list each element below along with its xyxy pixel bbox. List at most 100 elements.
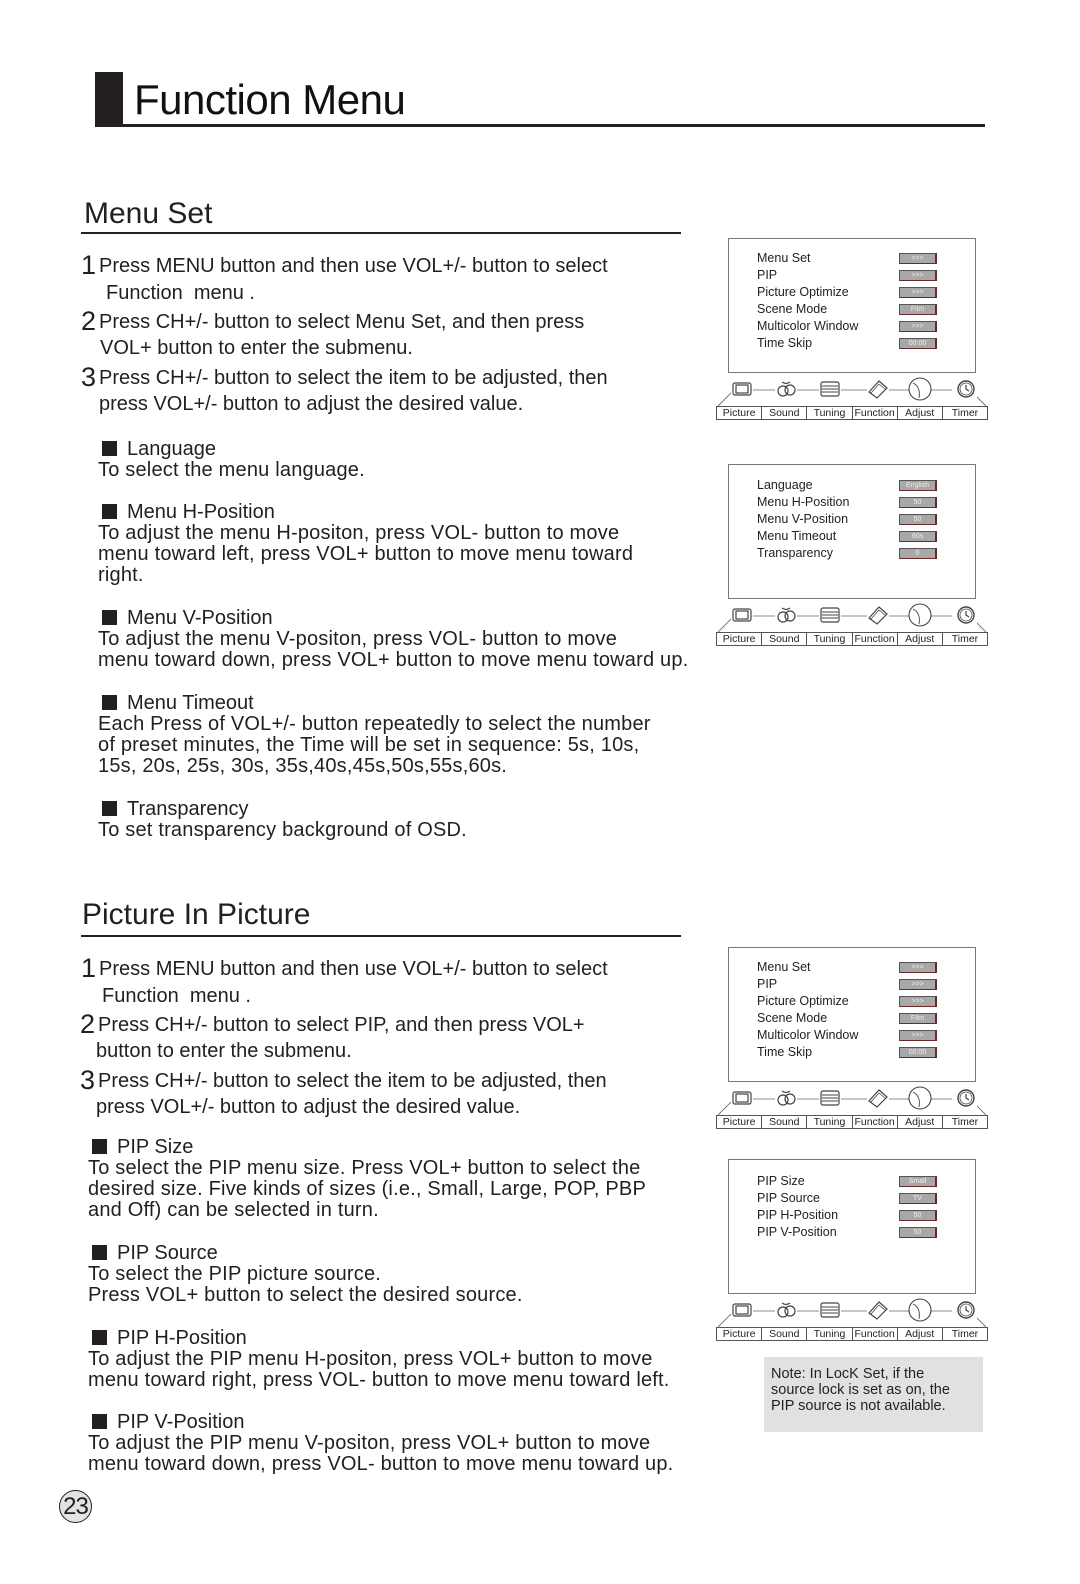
osd-menu-value: >>> xyxy=(899,321,937,332)
step-1: 1 Press MENU button and then use VOL+/- b… xyxy=(81,953,608,983)
adjust-icon[interactable] xyxy=(908,377,932,401)
tuning-icon[interactable] xyxy=(819,604,841,626)
osd-screen: Menu Set >>> PIP >>> Picture Optimize >>> Scen… xyxy=(728,238,976,373)
osd-menu-item[interactable]: Time Skip xyxy=(757,1045,812,1059)
osd-tab-bar: Picture Sound Tuning Function Adjust Timer xyxy=(716,1327,988,1341)
osd-tab-timer[interactable]: Timer xyxy=(943,1116,987,1128)
sound-icon[interactable] xyxy=(775,604,797,626)
tuning-icon[interactable] xyxy=(819,378,841,400)
picture-icon[interactable] xyxy=(731,1087,753,1109)
osd-tab-picture[interactable]: Picture xyxy=(717,1116,763,1128)
osd-tab-tuning[interactable]: Tuning xyxy=(807,633,853,645)
step-3-cont: press VOL+/- button to adjust the desire… xyxy=(96,1096,521,1118)
osd-menu-item[interactable]: Picture Optimize xyxy=(757,285,849,299)
sound-icon[interactable] xyxy=(775,378,797,400)
osd-icon-strip xyxy=(717,603,987,633)
timer-icon[interactable] xyxy=(955,604,977,626)
feature-desc-menu-timeout: Each Press of VOL+/- button repeatedly t… xyxy=(98,713,651,777)
bullet-square-icon xyxy=(102,441,117,456)
function-icon[interactable] xyxy=(867,378,889,400)
osd-menu-value: English xyxy=(899,480,937,491)
osd-menu-set-submenu: Language English Menu H-Position 50 Menu V-P… xyxy=(716,464,988,646)
sound-icon[interactable] xyxy=(775,1087,797,1109)
feature-desc-transparency: To set transparency background of OSD. xyxy=(98,819,467,841)
osd-menu-item[interactable]: PIP H-Position xyxy=(757,1208,838,1222)
tuning-icon[interactable] xyxy=(819,1299,841,1321)
osd-menu-item[interactable]: Language xyxy=(757,478,813,492)
osd-tab-bar: Picture Sound Tuning Function Adjust Timer xyxy=(716,1115,988,1129)
osd-menu-item[interactable]: Menu Timeout xyxy=(757,529,836,543)
page-number: 23 xyxy=(59,1490,92,1523)
osd-menu-item[interactable]: Menu V-Position xyxy=(757,512,848,526)
osd-menu-item[interactable]: Time Skip xyxy=(757,336,812,350)
osd-menu-item[interactable]: Scene Mode xyxy=(757,302,827,316)
osd-menu-item[interactable]: Menu H-Position xyxy=(757,495,849,509)
osd-tab-timer[interactable]: Timer xyxy=(943,633,987,645)
osd-menu-value: 0 xyxy=(899,548,937,559)
timer-icon[interactable] xyxy=(955,1087,977,1109)
osd-menu-item[interactable]: Scene Mode xyxy=(757,1011,827,1025)
tuning-icon[interactable] xyxy=(819,1087,841,1109)
step-1-cont: Function menu . xyxy=(106,282,255,304)
osd-menu-item[interactable]: PIP xyxy=(757,977,777,991)
section-title-menu-set: Menu Set xyxy=(84,197,213,230)
osd-tab-tuning[interactable]: Tuning xyxy=(807,407,853,419)
osd-tab-adjust[interactable]: Adjust xyxy=(898,407,943,419)
page-title: Function Menu xyxy=(134,76,406,123)
osd-icon-strip xyxy=(717,1086,987,1116)
function-icon[interactable] xyxy=(867,604,889,626)
function-icon[interactable] xyxy=(867,1087,889,1109)
adjust-icon[interactable] xyxy=(908,603,932,627)
osd-menu-item[interactable]: PIP Size xyxy=(757,1174,805,1188)
header-accent-bar xyxy=(95,72,123,126)
osd-tab-picture[interactable]: Picture xyxy=(717,1328,763,1340)
function-icon[interactable] xyxy=(867,1299,889,1321)
feature-title-menu-v-position: Menu V-Position xyxy=(102,607,273,629)
step-2-cont: button to enter the submenu. xyxy=(96,1040,352,1062)
osd-menu-item[interactable]: PIP xyxy=(757,268,777,282)
osd-menu-value: 50 xyxy=(899,1210,937,1221)
osd-menu-item[interactable]: Picture Optimize xyxy=(757,994,849,1008)
section-rule xyxy=(81,232,681,234)
timer-icon[interactable] xyxy=(955,378,977,400)
osd-tab-picture[interactable]: Picture xyxy=(717,407,763,419)
osd-menu-value: >>> xyxy=(899,962,937,973)
osd-menu-item[interactable]: PIP Source xyxy=(757,1191,820,1205)
osd-menu-value: >>> xyxy=(899,253,937,264)
osd-tab-sound[interactable]: Sound xyxy=(762,1328,808,1340)
sound-icon[interactable] xyxy=(775,1299,797,1321)
osd-tab-adjust[interactable]: Adjust xyxy=(898,1328,943,1340)
osd-menu-value: Film xyxy=(899,1013,937,1024)
osd-tab-timer[interactable]: Timer xyxy=(943,407,987,419)
adjust-icon[interactable] xyxy=(908,1298,932,1322)
osd-tab-timer[interactable]: Timer xyxy=(943,1328,987,1340)
osd-tab-adjust[interactable]: Adjust xyxy=(898,633,943,645)
feature-desc-pip-h-position: To adjust the PIP menu H-positon, press … xyxy=(88,1348,670,1391)
osd-tab-function[interactable]: Function xyxy=(853,1116,898,1128)
osd-menu-item[interactable]: PIP V-Position xyxy=(757,1225,837,1239)
osd-tab-picture[interactable]: Picture xyxy=(717,633,763,645)
osd-tab-sound[interactable]: Sound xyxy=(762,1116,808,1128)
timer-icon[interactable] xyxy=(955,1299,977,1321)
osd-tab-sound[interactable]: Sound xyxy=(762,633,808,645)
picture-icon[interactable] xyxy=(731,604,753,626)
osd-menu-item[interactable]: Multicolor Window xyxy=(757,1028,858,1042)
bullet-square-icon xyxy=(92,1330,107,1345)
osd-tab-sound[interactable]: Sound xyxy=(762,407,808,419)
picture-icon[interactable] xyxy=(731,1299,753,1321)
osd-tab-function[interactable]: Function xyxy=(853,407,898,419)
adjust-icon[interactable] xyxy=(908,1086,932,1110)
picture-icon[interactable] xyxy=(731,378,753,400)
feature-title-language: Language xyxy=(102,438,216,460)
osd-tab-tuning[interactable]: Tuning xyxy=(807,1116,853,1128)
osd-menu-value: >>> xyxy=(899,979,937,990)
osd-tab-function[interactable]: Function xyxy=(853,1328,898,1340)
osd-menu-value: 60s xyxy=(899,531,937,542)
osd-tab-tuning[interactable]: Tuning xyxy=(807,1328,853,1340)
osd-tab-function[interactable]: Function xyxy=(853,633,898,645)
osd-menu-item[interactable]: Multicolor Window xyxy=(757,319,858,333)
osd-tab-adjust[interactable]: Adjust xyxy=(898,1116,943,1128)
osd-menu-item[interactable]: Transparency xyxy=(757,546,833,560)
osd-menu-item[interactable]: Menu Set xyxy=(757,960,811,974)
osd-menu-item[interactable]: Menu Set xyxy=(757,251,811,265)
